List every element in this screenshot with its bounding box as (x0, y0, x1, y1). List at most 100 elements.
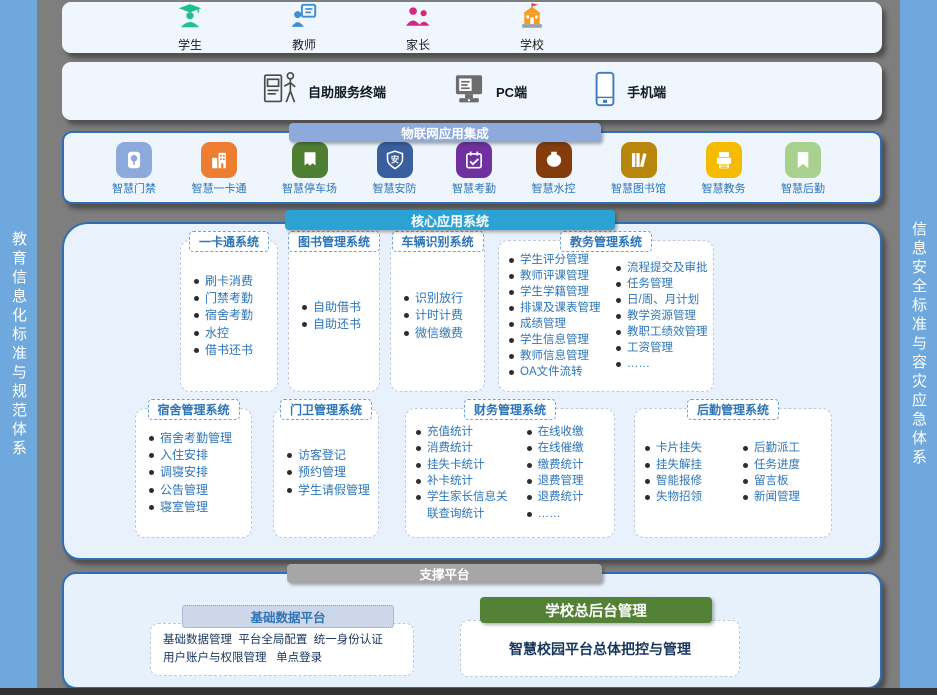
list-item: 失物招领 (645, 489, 733, 505)
list-item: 自助还书 (302, 316, 379, 333)
list-item: …… (616, 356, 713, 372)
list-item: 公告管理 (149, 482, 251, 499)
iot-item-door-access: 智慧门禁 (112, 142, 156, 196)
student-icon (175, 2, 205, 35)
list-item: 补卡统计 (416, 473, 517, 489)
user-role-teacher: 教师 (271, 2, 337, 53)
list-item: OA文件流转 (509, 364, 606, 380)
system-box-title: 图书管理系统 (288, 231, 380, 252)
list-item: 微信缴费 (404, 325, 484, 342)
list-item: 调寝安排 (149, 464, 251, 481)
list-item: 日/周、月计划 (616, 292, 713, 308)
feature-list-col1: 充值统计消费统计挂失卡统计补卡统计学生家长信息关联查询统计 (406, 409, 517, 537)
system-box-title: 教务管理系统 (560, 231, 652, 252)
left-standards-sidebar: 教育信息化标准与规范体系 (0, 0, 37, 689)
base-platform-line: 用户账户与权限管理 单点登录 (163, 650, 413, 668)
user-roles-panel: 学生 教师 家长 (62, 2, 882, 53)
mobile-phone-icon (593, 71, 617, 112)
system-box-title: 宿舍管理系统 (147, 399, 239, 420)
list-item: 充值统计 (416, 424, 517, 440)
iot-item-label: 智慧考勤 (452, 180, 496, 196)
list-item: 智能报修 (645, 473, 733, 489)
access-terminals-panel: 自助服务终端 PC端 (62, 62, 882, 120)
onecard-icon (201, 142, 237, 178)
list-item: 访客登记 (287, 447, 378, 464)
school-icon (517, 2, 547, 35)
list-item: 退费管理 (527, 473, 614, 489)
list-item: 成绩管理 (509, 316, 606, 332)
system-box-library: 图书管理系统 自助借书自助还书 (288, 240, 380, 392)
list-item: 预约管理 (287, 464, 378, 481)
list-item: 入住安排 (149, 447, 251, 464)
list-item: 学生请假管理 (287, 482, 378, 499)
iot-item-label: 智慧门禁 (112, 180, 156, 196)
system-box-title: 门卫管理系统 (280, 399, 372, 420)
terminal-kiosk: 自助服务终端 (262, 68, 386, 115)
list-item: 教师信息管理 (509, 348, 606, 364)
iot-item-security: 安 智慧安防 (373, 142, 417, 196)
security-shield-icon: 安 (377, 142, 413, 178)
list-item: 教学资源管理 (616, 308, 713, 324)
list-item: 消费统计 (416, 440, 517, 456)
user-role-parent: 家长 (385, 2, 451, 53)
list-item: 工资管理 (616, 340, 713, 356)
list-item: 门禁考勤 (194, 290, 277, 307)
system-box-logistics: 后勤管理系统 卡片挂失挂失解挂智能报修失物招领 后勤派工任务进度留言板新闻管理 (634, 408, 832, 538)
iot-item-label: 智慧图书馆 (611, 180, 666, 196)
feature-list: 自助借书自助还书 (289, 241, 379, 391)
user-role-label: 学生 (178, 36, 202, 53)
smart-campus-architecture-diagram: 教育信息化标准与规范体系 信息安全标准与容灾应急体系 学生 (0, 0, 937, 695)
iot-item-attendance: 智慧考勤 (452, 142, 496, 196)
feature-list: 宿舍考勤管理入住安排调寝安排公告管理寝室管理 (136, 409, 251, 537)
base-platform-line: 基础数据管理 平台全局配置 统一身份认证 (163, 632, 413, 650)
system-box-title: 车辆识别系统 (391, 231, 483, 252)
list-item: 退费统计 (527, 489, 614, 505)
school-admin-content: 智慧校园平台总体把控与管理 (509, 639, 691, 659)
list-item: 教师评课管理 (509, 268, 606, 284)
right-sidebar-label: 信息安全标准与容灾应急体系 (908, 221, 929, 468)
attendance-calendar-icon (456, 142, 492, 178)
terminal-mobile: 手机端 (593, 71, 666, 112)
feature-list-col1: 学生评分管理教师评课管理学生学籍管理排课及课表管理成绩管理学生信息管理教师信息管… (499, 241, 606, 391)
academic-printer-icon (706, 142, 742, 178)
pc-icon (452, 72, 486, 111)
list-item: 留言板 (743, 473, 831, 489)
water-control-icon (536, 142, 572, 178)
user-role-student: 学生 (157, 2, 223, 53)
parent-icon (403, 2, 433, 35)
feature-list: 访客登记预约管理学生请假管理 (274, 409, 378, 537)
system-box-vehicle: 车辆识别系统 识别放行计时计费微信缴费 (390, 240, 485, 392)
list-item: 学生信息管理 (509, 332, 606, 348)
list-item: 宿舍考勤管理 (149, 430, 251, 447)
iot-item-label: 智慧停车场 (282, 180, 337, 196)
iot-item-logistics: 智慧后勤 (781, 142, 825, 196)
list-item: 任务管理 (616, 276, 713, 292)
support-platform-panel: 基础数据平台 基础数据管理 平台全局配置 统一身份认证 用户账户与权限管理 单点… (62, 572, 882, 689)
list-item: 自助借书 (302, 299, 379, 316)
iot-item-label: 智慧一卡通 (192, 180, 247, 196)
list-item: 水控 (194, 325, 277, 342)
feature-list-col2: 流程提交及审批任务管理日/周、月计划教学资源管理教职工绩效管理工资管理…… (606, 241, 713, 391)
user-role-label: 教师 (292, 36, 316, 53)
iot-item-label: 智慧后勤 (781, 180, 825, 196)
feature-list-col2: 在线收缴在线催缴缴费统计退费管理退费统计…… (517, 409, 614, 537)
list-item: 寝室管理 (149, 499, 251, 516)
list-item: 流程提交及审批 (616, 260, 713, 276)
iot-item-label: 智慧安防 (373, 180, 417, 196)
iot-item-library: 智慧图书馆 (611, 142, 666, 196)
list-item: 后勤派工 (743, 440, 831, 456)
iot-section-header: 物联网应用集成 (289, 123, 601, 142)
list-item: 学生评分管理 (509, 252, 606, 268)
terminal-label: PC端 (496, 82, 527, 101)
user-role-label: 学校 (520, 36, 544, 53)
iot-item-academic-affairs: 智慧教务 (702, 142, 746, 196)
list-item: 挂失解挂 (645, 457, 733, 473)
list-item: 借书还书 (194, 342, 277, 359)
feature-list: 刷卡消费门禁考勤宿舍考勤水控借书还书 (181, 241, 277, 391)
list-item: 在线催缴 (527, 440, 614, 456)
base-data-platform-box: 基础数据管理 平台全局配置 统一身份认证 用户账户与权限管理 单点登录 (150, 623, 414, 676)
iot-item-label: 智慧教务 (702, 180, 746, 196)
system-box-dormitory: 宿舍管理系统 宿舍考勤管理入住安排调寝安排公告管理寝室管理 (135, 408, 252, 538)
bottom-edge-strip (0, 688, 937, 695)
system-box-title: 一卡通系统 (189, 231, 269, 252)
